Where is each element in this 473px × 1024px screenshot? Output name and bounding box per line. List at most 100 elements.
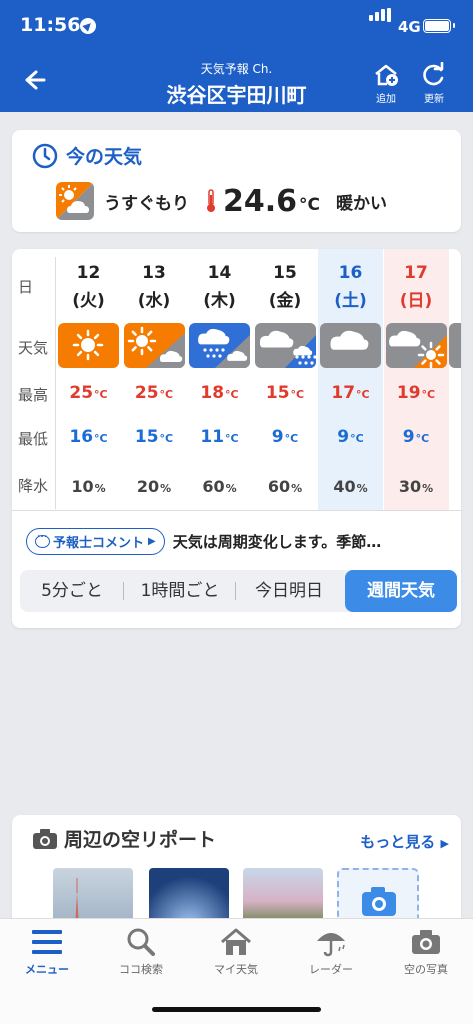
cloudy-then-rain-icon	[254, 323, 316, 368]
tab-my-weather-label: マイ天気	[214, 963, 258, 976]
forecast-day-column[interactable]: 17 (日) 19°C 9°C 30%	[383, 249, 449, 511]
forecast-high-value: 25	[134, 383, 159, 403]
temp-unit: °C	[421, 388, 436, 401]
forecast-high-value: 25	[69, 383, 94, 403]
add-label: 追加	[376, 94, 396, 105]
comment-button-label: 予報士コメント	[53, 536, 145, 551]
forecast-day-column[interactable]: 16 (土) 17°C 9°C 40%	[318, 249, 383, 511]
forecast-precip: 20%	[122, 477, 187, 496]
forecast-date: 12	[76, 263, 101, 283]
tab-today-tomorrow[interactable]: 今日明日	[236, 570, 342, 612]
forecast-weekday: (日)	[399, 291, 433, 311]
forecast-high-value: 19	[396, 383, 421, 403]
add-button[interactable]: 追加	[366, 62, 406, 105]
menu-icon	[32, 930, 62, 954]
tab-sky-photos[interactable]: 空の写真	[386, 927, 466, 977]
label-low: 最低	[18, 430, 49, 448]
forecast-low-value: 9	[402, 427, 415, 447]
forecast-high-value: 15	[265, 383, 290, 403]
tab-radar[interactable]: レーダー	[291, 927, 371, 977]
current-condition: うすぐもり	[104, 193, 189, 214]
forecast-high: 18°C	[187, 383, 252, 403]
temp-unit: °C	[284, 432, 299, 445]
camera-icon	[412, 930, 440, 954]
temp-unit: °C	[225, 432, 239, 445]
forecast-precip-value: 10	[71, 477, 94, 496]
temp-unit: °C	[94, 432, 108, 445]
forecast-high: 15°C	[253, 383, 318, 403]
battery-icon	[423, 19, 455, 33]
tab-hourly[interactable]: 1時間ごと	[124, 570, 236, 612]
more-link-label: もっと見る	[360, 833, 436, 851]
header-bar: 天気予報 Ch. 渋谷区宇田川町 追加 更新	[0, 48, 473, 112]
sky-report-heading: 周辺の空リポート	[32, 825, 216, 852]
comment-text: 天気は周期変化します。季節…	[172, 533, 382, 551]
camera-icon	[33, 828, 57, 849]
forecast-day-column[interactable]: 14 (木) 18°C 11°C 60%	[187, 249, 252, 511]
forecast-precip-value: 60	[267, 477, 291, 496]
tab-menu-label: メニュー	[25, 963, 69, 976]
sunny-icon	[58, 323, 119, 368]
status-bar: 11:56 4G	[0, 0, 473, 48]
location-arrow-icon	[80, 18, 96, 34]
temp-unit: °C	[350, 432, 364, 445]
forecast-low-value: 9	[271, 427, 284, 447]
search-icon	[127, 928, 155, 956]
precip-unit: %	[94, 482, 106, 495]
tab-menu[interactable]: メニュー	[7, 927, 87, 977]
precip-unit: %	[225, 482, 237, 495]
precip-unit: %	[422, 482, 434, 495]
forecast-day-column[interactable]: 15 (金) 15°C 9°C 60%	[253, 249, 318, 511]
tab-5min[interactable]: 5分ごと	[20, 570, 124, 612]
precip-unit: %	[291, 482, 303, 495]
forecast-precip-value: 60	[202, 477, 225, 496]
chevron-right-icon: ▶	[148, 536, 156, 547]
forecast-weekday: (木)	[203, 291, 236, 311]
sunny-then-cloudy-icon	[123, 323, 185, 368]
forecast-low: 9°C	[384, 427, 449, 447]
forecast-low: 15°C	[122, 427, 187, 447]
current-temperature: 24.6	[223, 183, 298, 219]
current-heading-text: 今の天気	[66, 146, 143, 168]
forecast-high-value: 17	[331, 383, 356, 403]
forecaster-comment-button[interactable]: 予報士コメント ▶	[26, 528, 165, 555]
forecaster-comment[interactable]: 予報士コメント ▶ 天気は周期変化します。季節…	[26, 528, 451, 555]
temp-unit: °C	[159, 432, 174, 445]
forecast-day-column[interactable]: 13 (水) 25°C 15°C 20%	[122, 249, 187, 511]
forecast-date: 14	[207, 263, 232, 283]
more-link[interactable]: もっと見る ▶	[360, 831, 449, 852]
forecast-high: 17°C	[318, 383, 383, 403]
tab-my-weather[interactable]: マイ天気	[196, 927, 276, 977]
tab-sky-photos-label: 空の写真	[404, 963, 448, 976]
forecast-precip: 40%	[318, 477, 383, 496]
forecast-tabs: 5分ごと 1時間ごと 今日明日 週間天気	[20, 570, 457, 612]
temp-unit: °C	[415, 432, 430, 445]
forecast-low: 9°C	[318, 427, 383, 447]
cloudy-then-sunny-icon	[385, 323, 447, 368]
network-type: 4G	[398, 18, 421, 36]
rain-then-cloudy-icon	[189, 323, 250, 368]
sky-report-card: 周辺の空リポート もっと見る ▶	[12, 815, 461, 938]
cloudy-icon	[320, 323, 381, 368]
tab-radar-label: レーダー	[309, 963, 353, 976]
chevron-right-icon: ▶	[440, 837, 449, 850]
thermometer-icon	[207, 189, 215, 212]
current-weather-card[interactable]: 今の天気 うすぐもり 24.6 °C 暖かい	[12, 130, 461, 232]
forecast-day-column[interactable]: 12 (火) 25°C 16°C 10%	[56, 249, 121, 511]
temp-unit: °C	[356, 388, 370, 401]
clock-icon	[32, 143, 58, 168]
refresh-label: 更新	[424, 94, 444, 105]
home-indicator	[152, 1007, 321, 1012]
refresh-button[interactable]: 更新	[414, 62, 454, 105]
forecast-precip: 10%	[56, 477, 121, 496]
temp-unit: °C	[225, 388, 239, 401]
tab-weekly[interactable]: 週間天気	[345, 570, 457, 612]
sky-report-title: 周辺の空リポート	[64, 829, 217, 851]
label-day: 日	[18, 278, 34, 296]
forecast-low-value: 11	[200, 427, 225, 447]
forecast-low: 11°C	[187, 427, 252, 447]
forecast-high: 25°C	[56, 383, 121, 403]
forecast-weekday: (火)	[72, 291, 105, 311]
forecast-precip: 30%	[384, 477, 449, 496]
tab-search[interactable]: ココ検索	[101, 927, 181, 977]
